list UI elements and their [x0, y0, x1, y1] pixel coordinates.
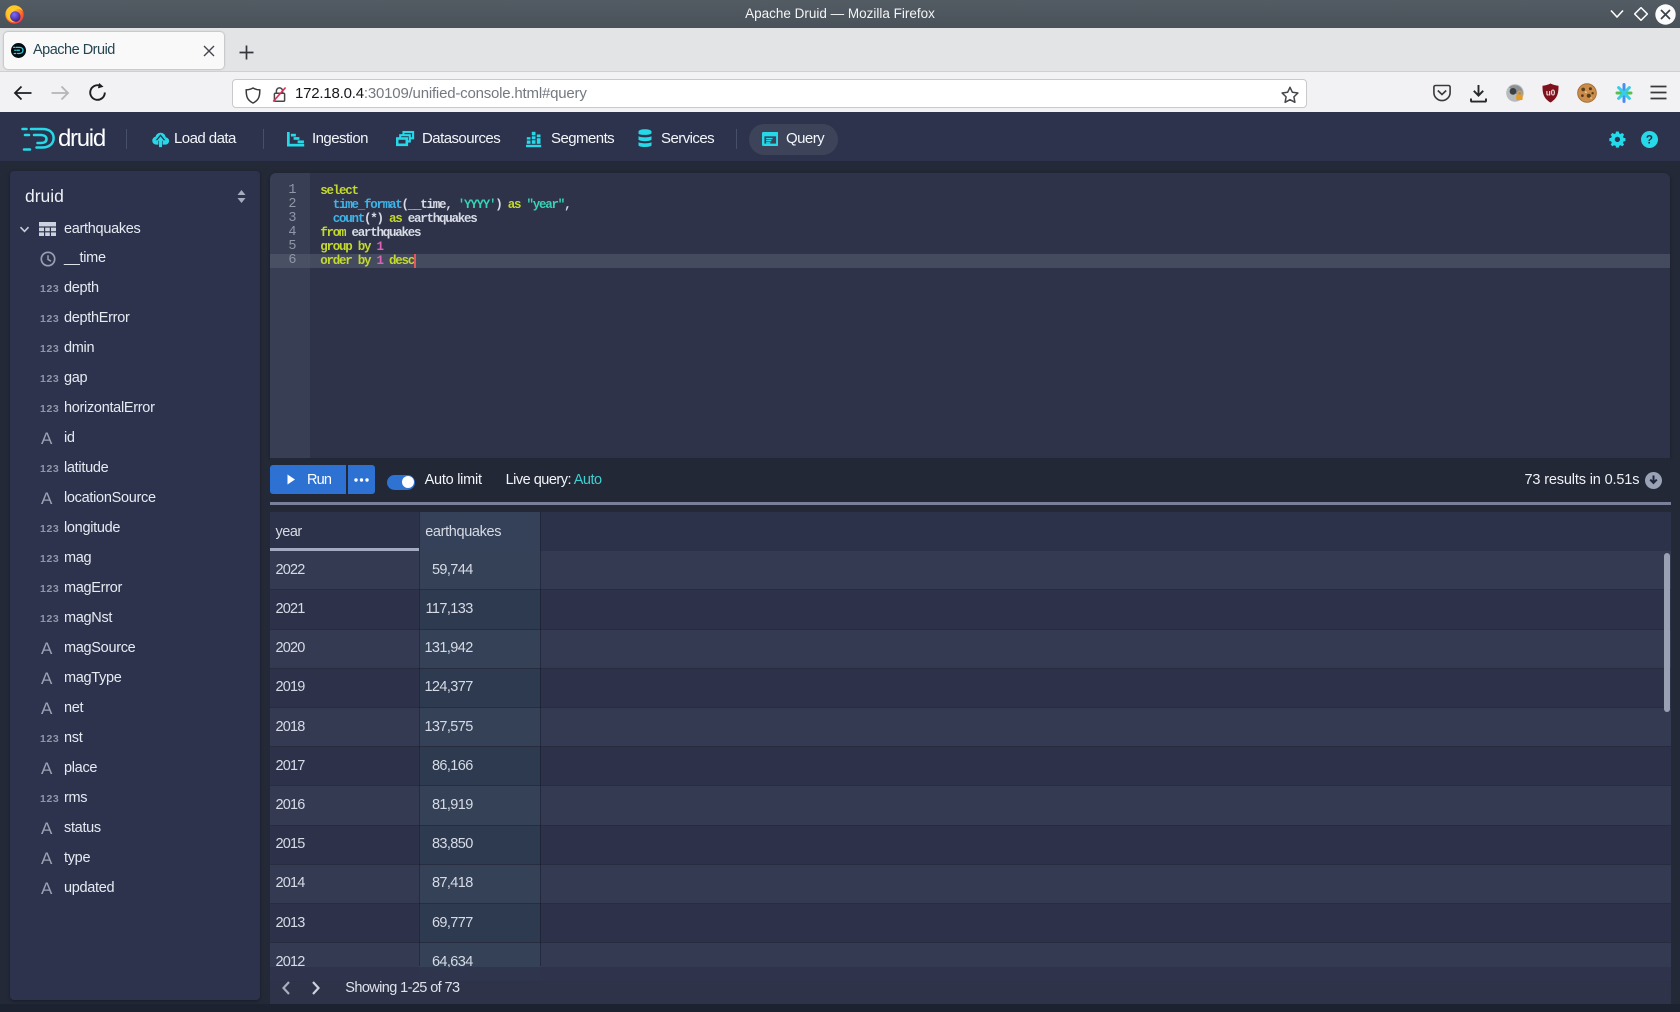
- svg-text:u0: u0: [1546, 89, 1556, 98]
- svg-text:?: ?: [1646, 134, 1653, 147]
